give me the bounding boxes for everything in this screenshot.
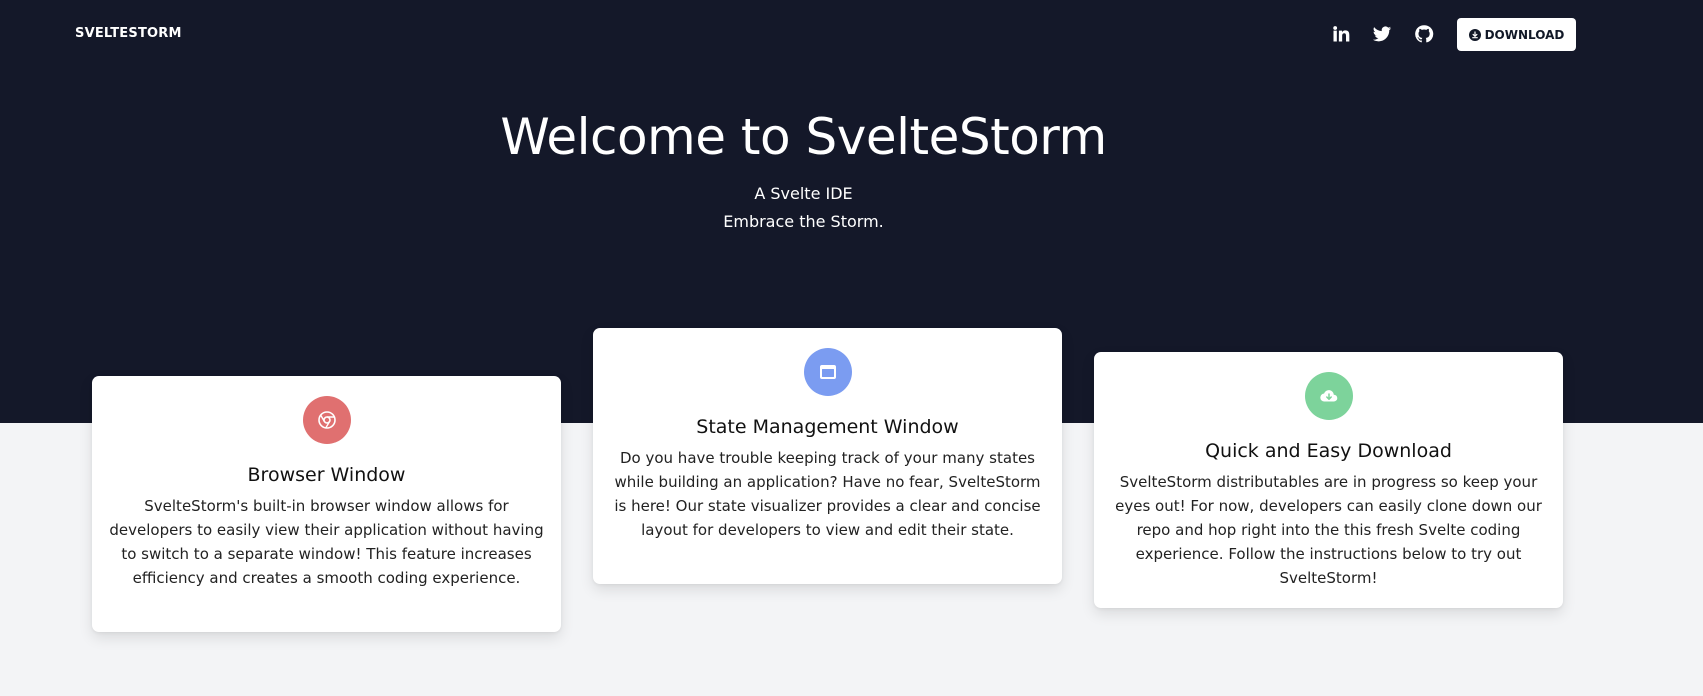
- download-button-label: DOWNLOAD: [1484, 27, 1565, 42]
- top-nav: SVELTESTORM DOWNLOAD: [0, 0, 1703, 68]
- feature-card-title: Browser Window: [247, 464, 406, 486]
- hero-subtitle-line1: A Svelte IDE: [754, 184, 853, 203]
- feature-card-text: SvelteStorm's built-in browser window al…: [109, 497, 544, 587]
- chrome-icon: [302, 396, 351, 444]
- hero-subtitle: A Svelte IDE Embrace the Storm.: [0, 180, 1607, 236]
- feature-card-text: Do you have trouble keeping track of you…: [614, 449, 1041, 539]
- github-icon[interactable]: [1412, 22, 1436, 46]
- feature-card-quick-download: Quick and Easy Download SvelteStorm dist…: [1094, 352, 1563, 608]
- download-circle-icon: [1468, 28, 1481, 41]
- feature-card-title: State Management Window: [696, 416, 959, 438]
- feature-card-text: SvelteStorm distributables are in progre…: [1115, 473, 1542, 587]
- feature-card-title: Quick and Easy Download: [1205, 440, 1452, 462]
- download-button[interactable]: DOWNLOAD: [1457, 18, 1576, 51]
- cloud-download-icon: [1304, 372, 1353, 420]
- window-icon: [803, 348, 852, 396]
- feature-card-state-management: State Management Window Do you have trou…: [593, 328, 1062, 584]
- twitter-icon[interactable]: [1370, 22, 1394, 46]
- page-title: Welcome to SvelteStorm: [500, 108, 1107, 166]
- brand-logo[interactable]: SVELTESTORM: [75, 26, 182, 41]
- linkedin-icon[interactable]: [1329, 22, 1353, 46]
- feature-card-browser-window: Browser Window SvelteStorm's built-in br…: [92, 376, 561, 632]
- hero-subtitle-line2: Embrace the Storm.: [723, 212, 884, 231]
